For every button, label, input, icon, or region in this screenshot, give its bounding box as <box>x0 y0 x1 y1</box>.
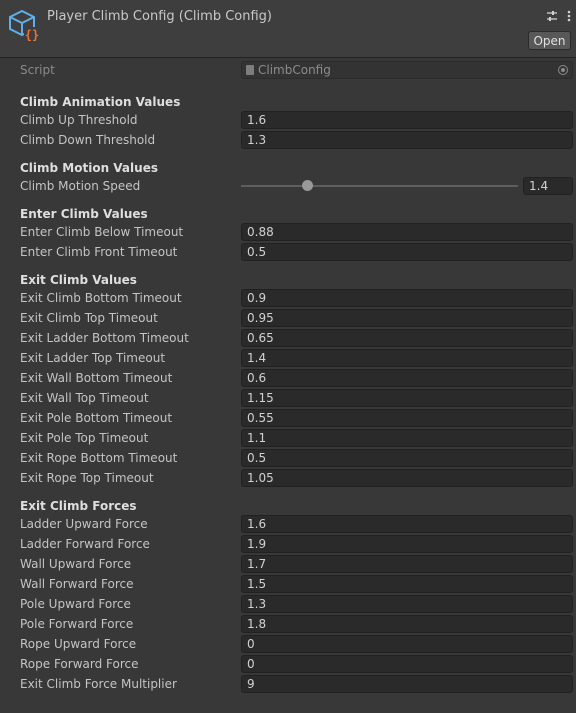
property-row: Pole Forward Force 1.8 <box>0 614 576 634</box>
property-row: Rope Forward Force 0 <box>0 654 576 674</box>
float-field[interactable]: 0 <box>241 655 573 673</box>
field-label: Wall Forward Force <box>20 577 134 591</box>
field-label: Exit Ladder Bottom Timeout <box>20 331 189 345</box>
float-field[interactable]: 0.65 <box>241 329 573 347</box>
property-row: Wall Forward Force 1.5 <box>0 574 576 594</box>
scriptable-object-cube-icon: {} <box>9 9 40 42</box>
script-label: Script <box>20 63 55 77</box>
float-field[interactable]: 1.15 <box>241 389 573 407</box>
slider-value-field[interactable]: 1.4 <box>523 177 573 195</box>
sliders-icon[interactable] <box>546 9 558 23</box>
inspector-header: {} Player Climb Config (Climb Config) Op… <box>0 0 576 58</box>
float-field[interactable]: 0.9 <box>241 289 573 307</box>
float-field[interactable]: 0.55 <box>241 409 573 427</box>
section-header: Enter Climb Values <box>0 204 576 224</box>
float-field[interactable]: 0.5 <box>241 243 573 261</box>
property-row: Exit Climb Bottom Timeout 0.9 <box>0 288 576 308</box>
float-field[interactable]: 0.6 <box>241 369 573 387</box>
property-row: Climb Up Threshold 1.6 <box>0 110 576 130</box>
field-label: Pole Upward Force <box>20 597 131 611</box>
float-field[interactable]: 1.5 <box>241 575 573 593</box>
property-row: Exit Ladder Bottom Timeout 0.65 <box>0 328 576 348</box>
field-label: Enter Climb Below Timeout <box>20 225 184 239</box>
section-title: Enter Climb Values <box>20 207 148 221</box>
section-header: Exit Climb Forces <box>0 496 576 516</box>
script-row: Script ClimbConfig <box>0 60 576 80</box>
float-field[interactable]: 1.6 <box>241 111 573 129</box>
property-row: Wall Upward Force 1.7 <box>0 554 576 574</box>
float-field[interactable]: 0.88 <box>241 223 573 241</box>
section-title: Exit Climb Values <box>20 273 137 287</box>
float-field[interactable]: 1.6 <box>241 515 573 533</box>
open-button[interactable]: Open <box>528 31 571 50</box>
field-label: Exit Wall Bottom Timeout <box>20 371 173 385</box>
field-label: Ladder Forward Force <box>20 537 150 551</box>
property-row: Exit Pole Top Timeout 1.1 <box>0 428 576 448</box>
field-label: Rope Upward Force <box>20 637 137 651</box>
float-field[interactable]: 1.8 <box>241 615 573 633</box>
float-field[interactable]: 1.4 <box>241 349 573 367</box>
slider-thumb[interactable] <box>302 180 313 191</box>
field-label: Wall Upward Force <box>20 557 132 571</box>
property-row: Exit Climb Force Multiplier 9 <box>0 674 576 694</box>
property-row: Pole Upward Force 1.3 <box>0 594 576 614</box>
float-field[interactable]: 0.95 <box>241 309 573 327</box>
property-row: Exit Pole Bottom Timeout 0.55 <box>0 408 576 428</box>
field-label: Climb Motion Speed <box>20 179 141 193</box>
property-row: Ladder Upward Force 1.6 <box>0 514 576 534</box>
slider-track[interactable] <box>241 185 518 187</box>
object-picker-target-icon[interactable] <box>558 65 568 75</box>
float-field[interactable]: 1.05 <box>241 469 573 487</box>
script-field[interactable]: ClimbConfig <box>241 61 573 79</box>
property-row: Ladder Forward Force 1.9 <box>0 534 576 554</box>
float-field[interactable]: 0 <box>241 635 573 653</box>
property-row: Exit Climb Top Timeout 0.95 <box>0 308 576 328</box>
section-header: Exit Climb Values <box>0 270 576 290</box>
inspector-title: Player Climb Config (Climb Config) <box>47 9 272 24</box>
field-label: Exit Pole Top Timeout <box>20 431 149 445</box>
property-row: Enter Climb Front Timeout 0.5 <box>0 242 576 262</box>
property-row: Exit Wall Top Timeout 1.15 <box>0 388 576 408</box>
float-field[interactable]: 1.1 <box>241 429 573 447</box>
property-row: Climb Down Threshold 1.3 <box>0 130 576 150</box>
section-title: Climb Motion Values <box>20 161 158 175</box>
field-label: Exit Rope Bottom Timeout <box>20 451 178 465</box>
section-header: Climb Animation Values <box>0 92 576 112</box>
field-label: Exit Wall Top Timeout <box>20 391 149 405</box>
float-field[interactable]: 1.7 <box>241 555 573 573</box>
field-label: Exit Ladder Top Timeout <box>20 351 166 365</box>
field-label: Exit Climb Bottom Timeout <box>20 291 182 305</box>
field-label: Climb Down Threshold <box>20 133 156 147</box>
kebab-menu-icon[interactable] <box>563 9 575 23</box>
property-row: Exit Ladder Top Timeout 1.4 <box>0 348 576 368</box>
property-row: Enter Climb Below Timeout 0.88 <box>0 222 576 242</box>
field-label: Climb Up Threshold <box>20 113 138 127</box>
script-file-icon <box>246 64 254 75</box>
field-label: Pole Forward Force <box>20 617 134 631</box>
script-value: ClimbConfig <box>258 63 331 77</box>
float-field[interactable]: 0.5 <box>241 449 573 467</box>
property-row: Exit Rope Top Timeout 1.05 <box>0 468 576 488</box>
field-label: Exit Climb Force Multiplier <box>20 677 177 691</box>
field-label: Exit Rope Top Timeout <box>20 471 154 485</box>
property-row: Rope Upward Force 0 <box>0 634 576 654</box>
section-title: Climb Animation Values <box>20 95 181 109</box>
field-label: Enter Climb Front Timeout <box>20 245 178 259</box>
slider-row: Climb Motion Speed 1.4 <box>0 176 576 196</box>
section-title: Exit Climb Forces <box>20 499 137 513</box>
property-row: Exit Wall Bottom Timeout 0.6 <box>0 368 576 388</box>
float-field[interactable]: 9 <box>241 675 573 693</box>
float-field[interactable]: 1.3 <box>241 131 573 149</box>
property-row: Exit Rope Bottom Timeout 0.5 <box>0 448 576 468</box>
float-field[interactable]: 1.9 <box>241 535 573 553</box>
field-label: Exit Climb Top Timeout <box>20 311 158 325</box>
field-label: Exit Pole Bottom Timeout <box>20 411 173 425</box>
field-label: Rope Forward Force <box>20 657 139 671</box>
section-header: Climb Motion Values <box>0 158 576 178</box>
float-field[interactable]: 1.3 <box>241 595 573 613</box>
svg-text:{}: {} <box>25 28 39 42</box>
field-label: Ladder Upward Force <box>20 517 148 531</box>
